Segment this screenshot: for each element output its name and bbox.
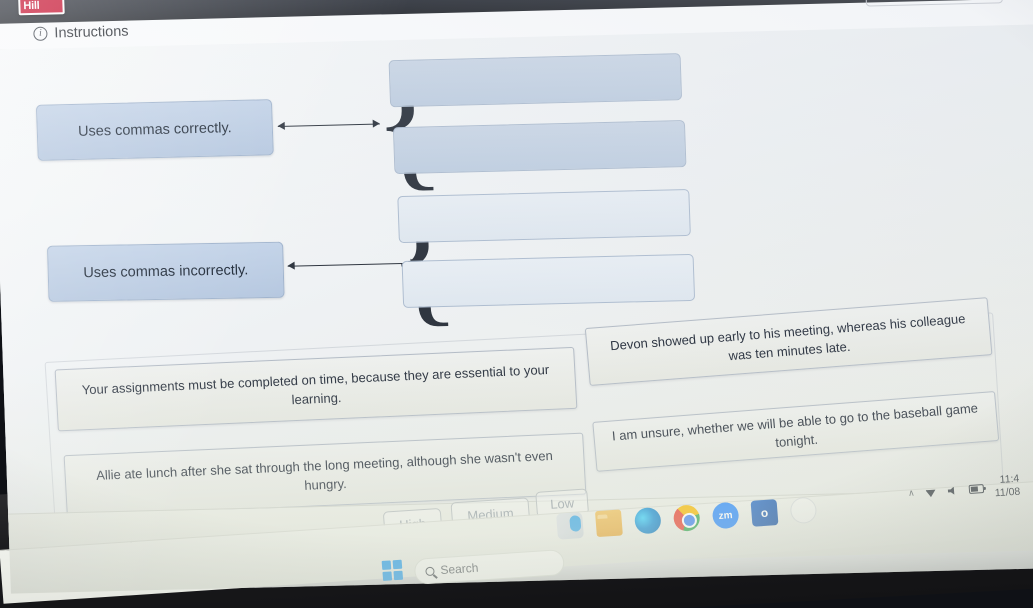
wifi-icon[interactable] [925, 486, 937, 498]
edge-browser-icon[interactable] [633, 506, 662, 535]
arrow-line [277, 123, 380, 128]
drop-zone-correct-2[interactable] [392, 120, 687, 175]
start-tile-4 [393, 570, 404, 581]
clock-date: 11/08 [994, 485, 1021, 500]
category-label: Uses commas incorrectly. [83, 262, 249, 282]
arrow-head-left-icon [277, 121, 285, 130]
windows-start-icon[interactable] [381, 559, 404, 581]
zoom-app-icon[interactable]: zm [711, 501, 740, 530]
instructions-label: Instructions [54, 23, 129, 42]
category-label: Uses commas correctly. [77, 120, 232, 140]
volume-icon[interactable] [947, 484, 958, 496]
photographed-screen: Graw Hill Exit Assignment × i Instructio… [0, 0, 1033, 608]
info-icon: i [33, 26, 48, 41]
category-uses-commas-incorrectly: Uses commas incorrectly. [47, 241, 285, 302]
drop-zone-correct-1[interactable] [388, 53, 683, 108]
logo-line-2: Hill [23, 0, 40, 13]
search-icon [425, 566, 435, 576]
start-tile-3 [382, 571, 393, 581]
taskbar-search-label: Search [439, 560, 479, 578]
widgets-weather-icon[interactable] [556, 512, 584, 540]
answer-option-text: Allie ate lunch after she sat through th… [95, 447, 554, 493]
tray-chevron-up-icon[interactable]: ∧ [908, 487, 915, 498]
outlook-app-icon[interactable]: o [750, 499, 779, 527]
drop-zone-incorrect-2[interactable] [401, 253, 696, 308]
taskbar-clock[interactable]: 11:4 11/08 [993, 473, 1020, 501]
arrow-head-left-icon [287, 261, 295, 270]
category-uses-commas-correctly: Uses commas correctly. [35, 99, 274, 161]
confidence-low-label: Low [549, 494, 575, 512]
file-explorer-icon[interactable] [594, 509, 623, 538]
instructions-link[interactable]: i Instructions [33, 24, 129, 42]
battery-icon[interactable] [968, 483, 984, 494]
answer-option-text: Your assignments must be completed on ti… [81, 361, 550, 408]
screen-content: Graw Hill Exit Assignment × i Instructio… [0, 0, 1033, 604]
pinned-app-icon[interactable] [789, 496, 818, 525]
chrome-browser-icon[interactable] [672, 504, 701, 532]
start-tile-2 [392, 559, 403, 570]
start-tile-1 [381, 560, 392, 570]
drop-zone-incorrect-1[interactable] [397, 188, 691, 244]
mcgraw-hill-logo: Graw Hill [17, 0, 65, 16]
